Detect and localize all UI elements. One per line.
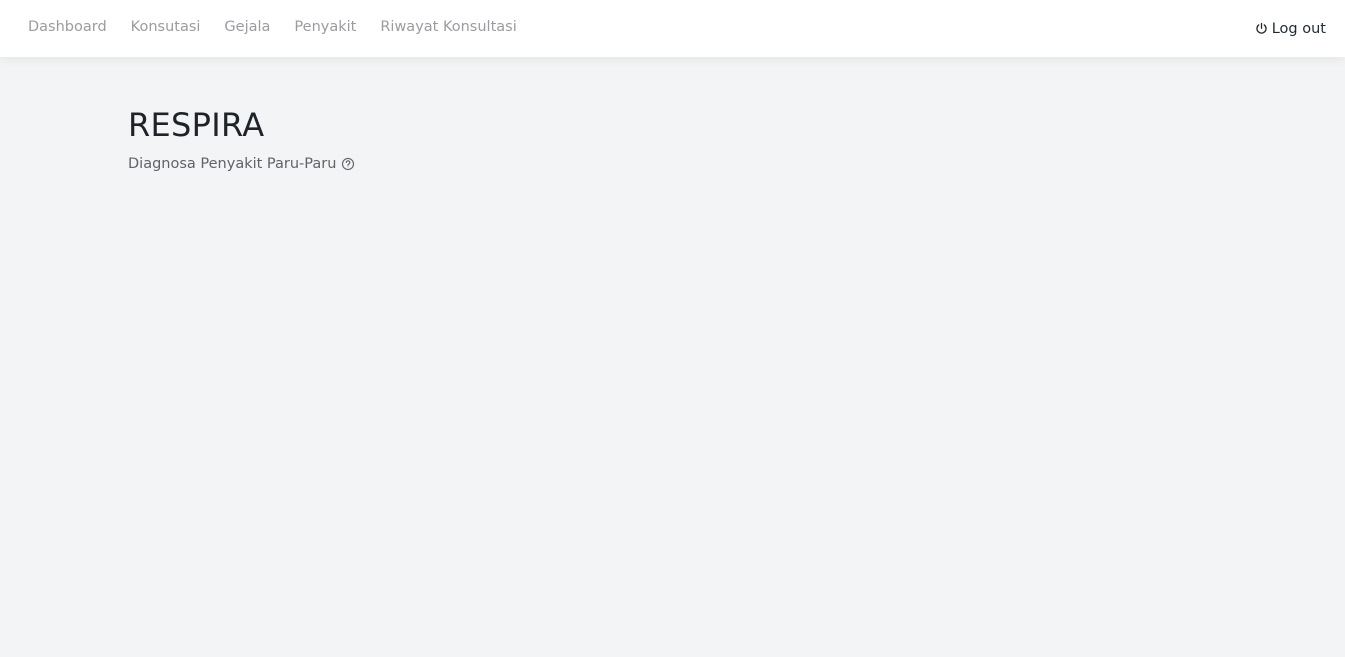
page-title: RESPIRA	[128, 106, 265, 144]
nav-item-konsultasi[interactable]: Konsutasi	[131, 19, 201, 35]
nav-item-riwayat-konsultasi[interactable]: Riwayat Konsultasi	[380, 19, 516, 35]
page-subtitle: Diagnosa Penyakit Paru-Paru	[128, 156, 355, 172]
nav-item-penyakit[interactable]: Penyakit	[294, 19, 356, 35]
help-circle-icon[interactable]	[341, 157, 355, 171]
logout-label: Log out	[1271, 20, 1326, 37]
subtitle-text: Diagnosa Penyakit Paru-Paru	[128, 156, 337, 172]
main-content: RESPIRA Diagnosa Penyakit Paru-Paru	[128, 104, 355, 172]
top-navbar: Dashboard Konsutasi Gejala Penyakit Riwa…	[0, 0, 1345, 57]
power-icon	[1255, 22, 1268, 35]
nav-links: Dashboard Konsutasi Gejala Penyakit Riwa…	[28, 19, 517, 35]
nav-item-dashboard[interactable]: Dashboard	[28, 19, 107, 35]
logout-button[interactable]: Log out	[1255, 21, 1326, 37]
nav-item-gejala[interactable]: Gejala	[224, 19, 270, 35]
